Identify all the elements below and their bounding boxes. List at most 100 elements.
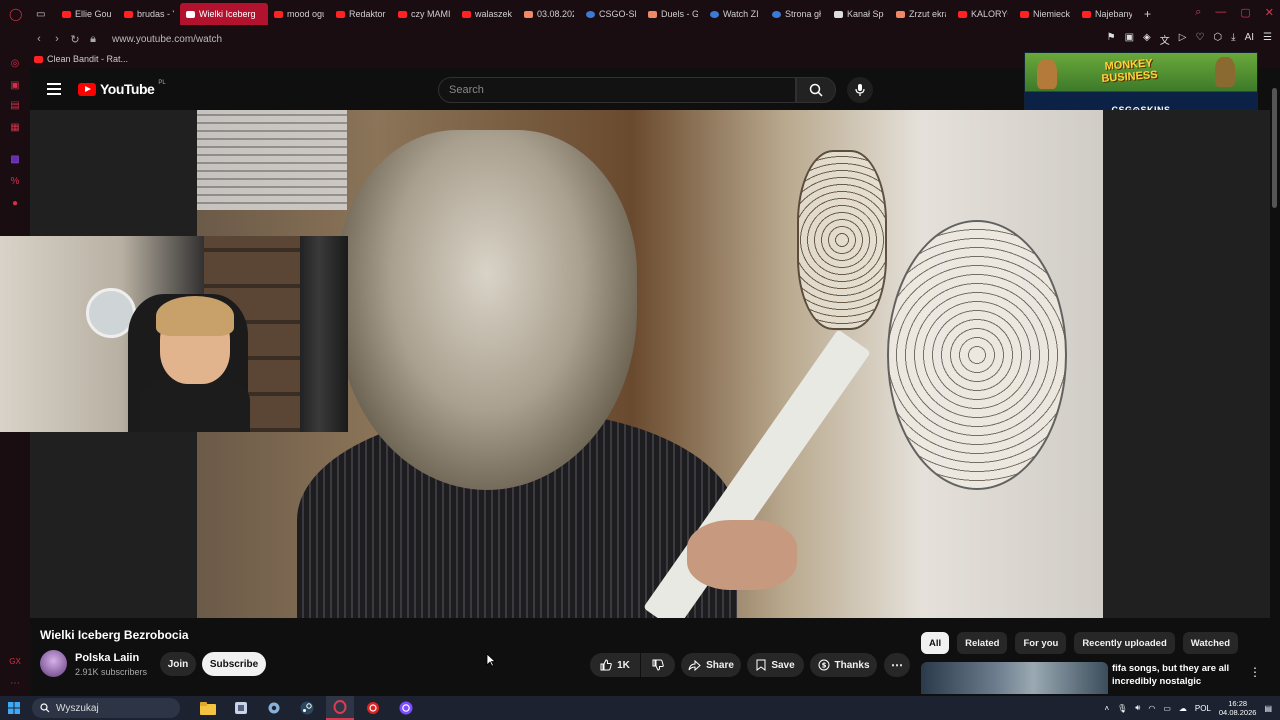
file-explorer-icon[interactable] <box>194 696 222 720</box>
ai-icon[interactable]: AI <box>1245 32 1254 47</box>
opera-logo-icon[interactable]: ◯ <box>9 8 22 20</box>
microphone-tray-icon[interactable]: 🎙︎ <box>1117 704 1127 713</box>
sidebar-percent-icon[interactable]: % <box>9 176 21 188</box>
sidebar-instagram-icon[interactable]: ▦ <box>9 122 21 134</box>
bookmark-item[interactable]: Clean Bandit - Rat... <box>47 54 128 64</box>
battery-icon[interactable]: ▭ <box>1163 704 1171 713</box>
tab[interactable]: brudas - Y <box>118 3 180 25</box>
channel-name[interactable]: Polska Laiin <box>75 652 139 664</box>
youtube-logo[interactable]: YouTube PL <box>78 80 166 97</box>
opera-gx-icon[interactable] <box>326 696 354 720</box>
cloud-icon[interactable]: ☁︎ <box>1179 704 1187 713</box>
tab[interactable]: Duels - Gi <box>642 3 704 25</box>
menu-icon[interactable]: ☰ <box>1263 32 1272 47</box>
notifications-icon[interactable]: ▤ <box>1264 704 1272 713</box>
url-field[interactable]: www.youtube.com/watch <box>112 34 222 45</box>
scrollbar[interactable] <box>1270 68 1280 696</box>
app-icon[interactable] <box>227 696 255 720</box>
youtube-favicon-icon <box>1082 10 1091 18</box>
youtube-favicon-icon <box>336 10 345 18</box>
minimize-icon[interactable]: — <box>1215 6 1226 19</box>
close-icon[interactable]: ✕ <box>1265 6 1274 19</box>
forward-icon[interactable]: › <box>48 33 66 45</box>
bookmark-icon[interactable]: ⚑ <box>1107 32 1116 47</box>
svg-text:$: $ <box>821 662 826 670</box>
tab[interactable]: KALORYC <box>952 3 1014 25</box>
tab[interactable]: Kanał Spo <box>828 3 890 25</box>
sidebar-music-icon[interactable]: ● <box>9 198 21 210</box>
tab-active[interactable]: Wielki Iceberg <box>180 3 268 25</box>
download-icon[interactable]: ⤓ <box>1231 32 1235 47</box>
webcam-person-hair <box>156 296 234 336</box>
sidebar-twitch-icon[interactable]: ▩ <box>9 154 21 166</box>
extensions-icon[interactable]: ⬡ <box>1213 32 1222 47</box>
play-icon[interactable]: ▷ <box>1179 32 1187 47</box>
sidebar-more-icon[interactable]: ⋯ <box>9 678 21 690</box>
chip-recently-uploaded[interactable]: Recently uploaded <box>1074 632 1175 654</box>
maximize-icon[interactable]: ▢ <box>1240 6 1250 19</box>
heart-icon[interactable]: ♡ <box>1195 32 1204 47</box>
language-indicator[interactable]: POL <box>1195 704 1211 713</box>
steam-icon[interactable] <box>293 696 321 720</box>
shield-icon[interactable]: ◈ <box>1143 32 1151 47</box>
record-icon[interactable] <box>359 696 387 720</box>
tab[interactable]: walaszek <box>456 3 518 25</box>
chip-watched[interactable]: Watched <box>1182 632 1239 654</box>
voice-search-button[interactable] <box>847 77 873 103</box>
tab[interactable]: Zrzut ekra <box>890 3 952 25</box>
like-button[interactable]: 1K <box>590 653 640 677</box>
webcam-person-body <box>140 376 250 432</box>
taskbar-search[interactable]: Wyszukaj <box>32 698 180 718</box>
tab[interactable]: CSGO-SK <box>580 3 642 25</box>
network-icon[interactable]: ◠ <box>1148 704 1155 713</box>
chip-all[interactable]: All <box>921 632 950 654</box>
sidebar-opera-icon[interactable]: ◎ <box>9 58 21 70</box>
volume-icon[interactable]: 🔊︎ <box>1135 703 1140 713</box>
lock-icon: 🔒︎ <box>90 32 96 45</box>
search-button[interactable] <box>796 77 836 103</box>
sidebar-wallet-icon[interactable]: ▣ <box>9 80 21 92</box>
search-tabs-icon[interactable]: ⌕ <box>1195 6 1201 19</box>
tab[interactable]: Niemieck <box>1014 3 1076 25</box>
clock[interactable]: 16:28 04.08.2026 <box>1219 699 1257 717</box>
translate-icon[interactable]: 文 <box>1160 32 1170 47</box>
recommended-thumbnail[interactable] <box>921 662 1108 694</box>
windows-start-icon[interactable] <box>0 696 28 720</box>
tab[interactable]: mood ogu <box>268 3 330 25</box>
youtube-favicon-icon <box>398 10 407 18</box>
reload-icon[interactable]: ↻ <box>66 33 84 46</box>
tab[interactable]: Watch ZI <box>704 3 766 25</box>
ad-banner[interactable]: MONKEYBUSINESS CSG⊙SKINS <box>1024 52 1258 118</box>
tab[interactable]: Ellie Goulc <box>56 3 118 25</box>
scrollbar-thumb[interactable] <box>1272 88 1277 208</box>
more-vertical-icon[interactable]: ⋮ <box>1249 665 1261 679</box>
share-button[interactable]: Share <box>681 653 741 677</box>
tab[interactable]: 03.08.202 <box>518 3 580 25</box>
sidebar-messenger-icon[interactable]: ▤ <box>9 100 21 112</box>
avatar[interactable] <box>40 650 67 677</box>
recommended-title[interactable]: fifa songs, but they are all incredibly … <box>1112 662 1242 688</box>
hamburger-menu-icon[interactable] <box>47 83 61 95</box>
dislike-button[interactable] <box>641 653 675 677</box>
more-actions-button[interactable]: ⋯ <box>884 653 910 677</box>
search-input[interactable]: Search <box>438 77 796 103</box>
tray-chevron-up-icon[interactable]: ˄ <box>1104 704 1109 713</box>
join-button[interactable]: Join <box>160 652 196 676</box>
tab[interactable]: Najebany <box>1076 3 1138 25</box>
tab[interactable]: Redaktor <box>330 3 392 25</box>
obs-icon[interactable] <box>392 696 420 720</box>
back-icon[interactable]: ‹ <box>30 33 48 45</box>
site-favicon-icon <box>524 10 533 18</box>
sidebar-gx-icon[interactable]: GX <box>9 656 21 668</box>
thanks-button[interactable]: $ Thanks <box>810 653 877 677</box>
chip-for-you[interactable]: For you <box>1015 632 1067 654</box>
settings-gear-icon[interactable] <box>260 696 288 720</box>
new-tab-button[interactable]: + <box>1138 3 1158 25</box>
tab[interactable]: czy MAMI <box>392 3 456 25</box>
tab[interactable]: Strona gł <box>766 3 828 25</box>
subscribe-button[interactable]: Subscribe <box>202 652 266 676</box>
tab-overview-icon[interactable]: ▭ <box>30 3 56 25</box>
chip-related[interactable]: Related <box>957 632 1008 654</box>
save-button[interactable]: Save <box>747 653 804 677</box>
snapshot-icon[interactable]: ▣ <box>1125 32 1134 47</box>
